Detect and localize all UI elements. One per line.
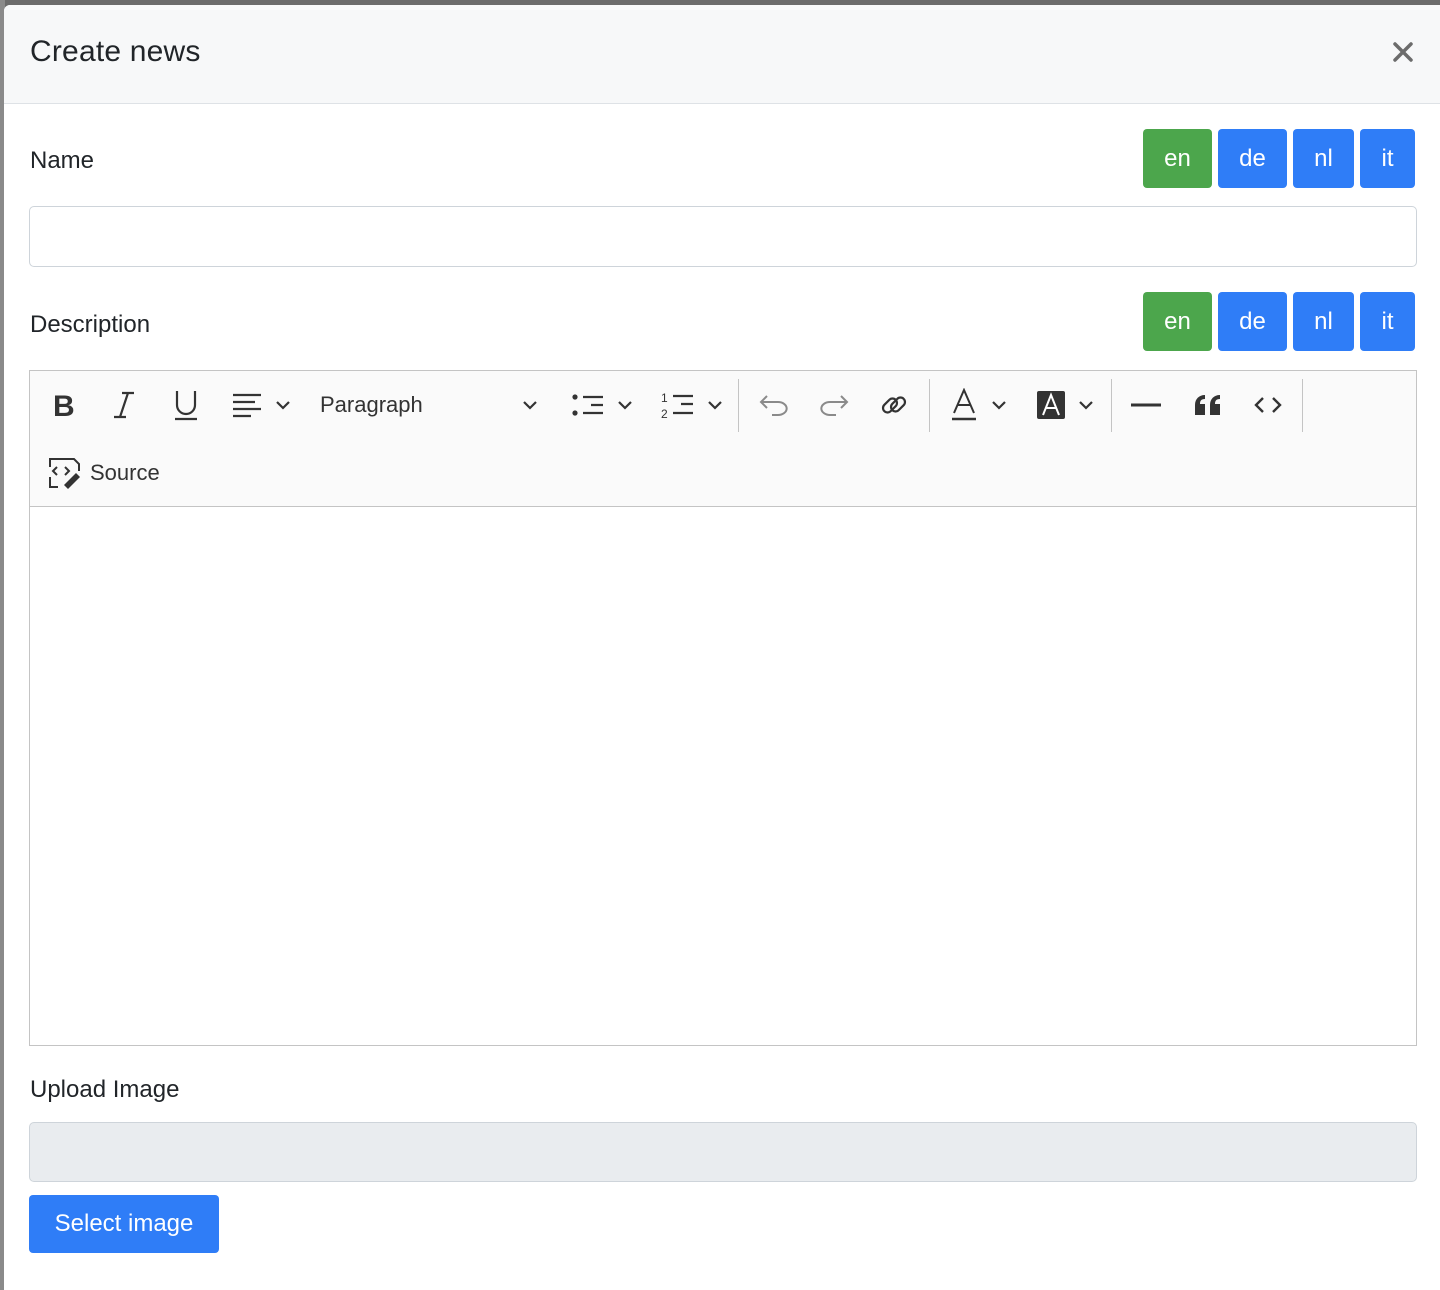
code-icon [1254,397,1282,413]
heading-dropdown-label: Paragraph [320,392,423,417]
svg-text:1: 1 [661,391,668,405]
horizontal-line-button[interactable] [1126,383,1166,427]
description-lang-de-button[interactable]: de [1218,292,1287,351]
source-editing-icon [49,458,80,489]
chevron-down-icon [523,401,537,410]
blockquote-button[interactable] [1188,383,1228,427]
redo-icon [820,395,849,416]
name-input[interactable] [29,206,1417,267]
bulleted-list-dropdown[interactable] [564,383,640,427]
create-news-modal: Create news Name en de nl it Description… [4,5,1440,1290]
name-label: Name [30,147,95,174]
font-background-icon [1037,391,1065,419]
italic-button[interactable] [104,383,144,427]
link-icon [881,396,907,414]
name-lang-nl-button[interactable]: nl [1293,129,1354,188]
chevron-down-icon [992,401,1006,410]
source-button-label: Source [90,460,160,485]
description-lang-en-button[interactable]: en [1143,292,1212,351]
toolbar-separator [1111,379,1112,432]
undo-button[interactable] [754,383,794,427]
alignment-dropdown[interactable] [226,383,296,427]
font-background-dropdown[interactable] [1030,383,1100,427]
svg-text:B: B [53,390,75,420]
bold-icon: B [53,390,75,420]
horizontal-line-icon [1131,403,1161,407]
redo-button[interactable] [814,383,854,427]
rich-text-editor: B Paragraph 1 2 Source [29,370,1417,1046]
font-color-icon [952,388,976,421]
source-button[interactable]: Source [44,451,174,495]
editor-toolbar: B Paragraph 1 2 Source [30,371,1416,507]
toolbar-separator [1302,379,1303,432]
name-lang-it-button[interactable]: it [1360,129,1415,188]
align-left-icon [233,393,261,418]
font-color-dropdown[interactable] [944,383,1014,427]
italic-icon [114,391,134,419]
description-lang-it-button[interactable]: it [1360,292,1415,351]
close-button[interactable] [1388,37,1418,67]
description-lang-nl-button[interactable]: nl [1293,292,1354,351]
modal-header: Create news [4,5,1440,104]
toolbar-separator [929,379,930,432]
chevron-down-icon [618,401,632,410]
modal-title: Create news [30,35,201,68]
undo-icon [759,395,788,416]
underline-button[interactable] [166,383,206,427]
code-button[interactable] [1248,383,1288,427]
upload-image-field[interactable] [29,1122,1417,1182]
editor-content-area[interactable] [30,507,1416,1045]
underline-icon [175,391,197,421]
description-language-switcher: en de nl it [1143,292,1415,351]
bulleted-list-icon [572,394,603,416]
bold-button[interactable]: B [44,383,84,427]
name-lang-en-button[interactable]: en [1143,129,1212,188]
svg-text:2: 2 [661,407,668,420]
chevron-down-icon [1079,401,1093,410]
blockquote-icon [1195,395,1220,415]
upload-image-label: Upload Image [30,1076,180,1103]
chevron-down-icon [708,401,722,410]
link-button[interactable] [874,383,914,427]
name-language-switcher: en de nl it [1143,129,1415,188]
numbered-list-dropdown[interactable]: 1 2 [654,383,730,427]
name-lang-de-button[interactable]: de [1218,129,1287,188]
numbered-list-icon: 1 2 [661,391,693,420]
toolbar-separator [738,379,739,432]
select-image-button[interactable]: Select image [29,1195,219,1253]
close-icon [1393,42,1413,62]
chevron-down-icon [276,401,290,410]
heading-dropdown[interactable]: Paragraph [314,383,544,427]
description-label: Description [30,311,151,338]
